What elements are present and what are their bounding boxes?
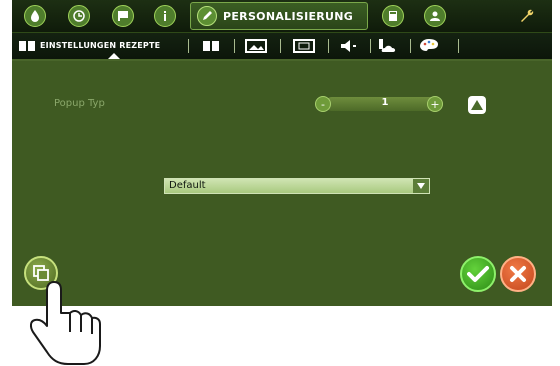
divider bbox=[188, 39, 189, 53]
popup-type-label: Popup Typ bbox=[54, 98, 105, 109]
speaker-icon[interactable] bbox=[338, 37, 360, 55]
image-frame-icon[interactable] bbox=[292, 37, 316, 55]
dropdown-value: Default bbox=[169, 180, 206, 191]
popup-type-value: 1 bbox=[381, 97, 389, 108]
divider bbox=[328, 39, 329, 53]
dropdown-select[interactable]: Default bbox=[164, 178, 430, 194]
increment-button[interactable]: + bbox=[427, 96, 443, 112]
subtab-label[interactable]: EINSTELLUNGEN REZEPTE bbox=[40, 41, 160, 50]
active-subtab-indicator bbox=[108, 53, 120, 59]
sub-tab-bar: EINSTELLUNGEN REZEPTE bbox=[12, 33, 552, 61]
divider bbox=[410, 39, 411, 53]
popup-type-stepper[interactable]: - 1 + bbox=[315, 96, 455, 112]
divider bbox=[458, 39, 459, 53]
book-icon[interactable] bbox=[200, 37, 222, 55]
cancel-button[interactable] bbox=[500, 256, 536, 292]
divider bbox=[280, 39, 281, 53]
tab-label: PERSONALISIERUNG bbox=[223, 9, 354, 23]
confirm-button[interactable] bbox=[460, 256, 496, 292]
flag-icon[interactable] bbox=[112, 5, 134, 27]
clock-icon[interactable] bbox=[68, 5, 90, 27]
divider bbox=[234, 39, 235, 53]
wrench-icon[interactable] bbox=[516, 6, 536, 26]
palette-icon[interactable] bbox=[418, 37, 440, 55]
top-tab-bar: PERSONALISIERUNG bbox=[12, 0, 552, 33]
user-icon[interactable] bbox=[424, 5, 446, 27]
drop-icon[interactable] bbox=[24, 5, 46, 27]
checkmark-icon bbox=[467, 266, 489, 282]
decrement-button[interactable]: - bbox=[315, 96, 331, 112]
tab-personalisierung[interactable]: PERSONALISIERUNG bbox=[190, 2, 368, 30]
divider bbox=[370, 39, 371, 53]
popup-preview-icon[interactable] bbox=[468, 96, 486, 114]
info-icon[interactable] bbox=[154, 5, 176, 27]
pointing-hand-icon bbox=[29, 281, 101, 365]
book-icon[interactable] bbox=[18, 37, 36, 55]
pen-icon bbox=[197, 6, 217, 26]
calculator-icon[interactable] bbox=[382, 5, 404, 27]
close-icon bbox=[510, 266, 526, 282]
device-screen: PERSONALISIERUNG EINSTELLUNGEN REZEPTE P… bbox=[12, 0, 552, 306]
chevron-down-icon[interactable] bbox=[413, 179, 429, 193]
weather-icon[interactable] bbox=[376, 37, 398, 55]
image-icon[interactable] bbox=[244, 37, 268, 55]
